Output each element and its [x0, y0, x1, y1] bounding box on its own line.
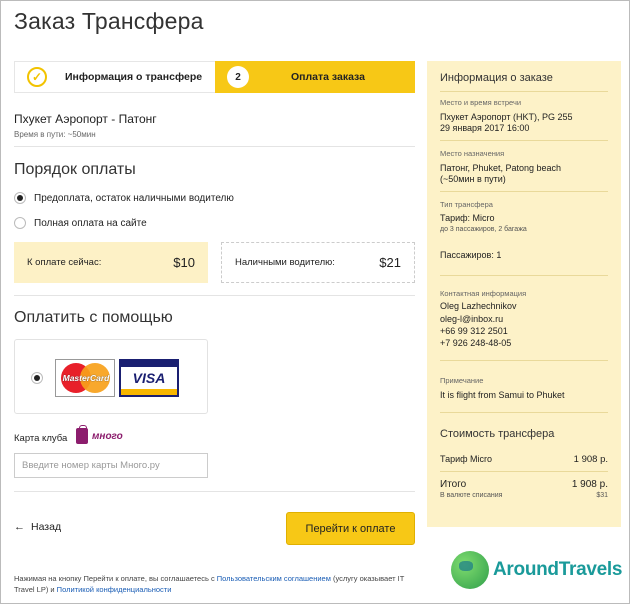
contact-phone1: +66 99 312 2501 [440, 326, 508, 336]
total-value: 1 908 р. [571, 479, 608, 490]
check-circle-icon: ✓ [27, 67, 47, 87]
pay-now-box: К оплате сейчас: $10 [14, 242, 208, 283]
pay-now-label: К оплате сейчас: [27, 257, 102, 268]
sidebar-divider [440, 191, 608, 192]
cost-title: Стоимость трансфера [440, 428, 555, 440]
option-prepay-label: Предоплата, остаток наличными водителю [34, 192, 234, 204]
meeting-time: 29 января 2017 16:00 [440, 123, 530, 133]
back-link[interactable]: ← Назад [14, 521, 61, 533]
sidebar-divider [440, 140, 608, 141]
mnogo-logo-text: много [92, 430, 123, 442]
payment-order-title: Порядок оплаты [14, 161, 136, 178]
note-label: Примечание [440, 376, 484, 385]
transfer-type-label: Тип трансфера [440, 200, 493, 209]
back-label: Назад [31, 521, 62, 533]
radio-card[interactable] [31, 372, 43, 384]
step2-number: 2 [227, 66, 249, 88]
privacy-policy-link[interactable]: Политикой конфиденциальности [57, 585, 172, 594]
destination-line1: Патонг, Phuket, Patong beach [440, 163, 562, 173]
page-title: Заказ Трансфера [14, 8, 204, 34]
mastercard-text: MasterCard [62, 373, 110, 383]
step1-label: Информация о трансфере [65, 71, 203, 83]
option-full-pay[interactable]: Полная оплата на сайте [14, 217, 147, 229]
sidebar-divider [440, 471, 608, 472]
option-full-pay-label: Полная оплата на сайте [34, 217, 147, 229]
passengers: Пассажиров: 1 [440, 250, 502, 260]
aroundtravels-watermark: AroundTravels [451, 551, 622, 589]
club-card-label: Карта клуба [14, 433, 68, 444]
bag-icon [76, 425, 88, 444]
meeting-label: Место и время встречи [440, 98, 522, 107]
option-prepay[interactable]: Предоплата, остаток наличными водителю [14, 192, 234, 204]
contact-name: Oleg Lazhechnikov [440, 301, 517, 311]
pay-now-value: $10 [173, 255, 195, 270]
visa-text: VISA [132, 370, 166, 386]
tariff: Тариф: Micro [440, 213, 495, 223]
meeting-place: Пхукет Аэропорт (HKT), PG 255 [440, 112, 573, 122]
pay-driver-value: $21 [379, 255, 401, 270]
contact-phone2: +7 926 248-48-05 [440, 338, 512, 348]
pay-driver-label: Наличными водителю: [235, 257, 335, 268]
proceed-to-payment-button[interactable]: Перейти к оплате [286, 512, 415, 545]
stepper: ✓ Информация о трансфере 2 Оплата заказа [14, 61, 415, 93]
terms-notice: Нажимая на кнопку Перейти к оплате, вы с… [14, 574, 405, 594]
sidebar-title: Информация о заказе [440, 72, 553, 84]
visa-logo: VISA [119, 359, 179, 397]
contact-email: oleg-l@inbox.ru [440, 314, 504, 324]
radio-full-pay[interactable] [14, 217, 26, 229]
cost-tariff-value: 1 908 р. [573, 454, 608, 465]
sidebar-divider [440, 91, 608, 92]
card-payment-option[interactable]: MasterCard VISA [14, 339, 208, 414]
step-payment: 2 Оплата заказа [215, 61, 415, 93]
sidebar-divider [440, 412, 608, 413]
destination-line2: (~50мин в пути) [440, 174, 506, 184]
destination-label: Место назначения [440, 149, 505, 158]
total-label: Итого [440, 479, 467, 490]
step-transfer-info[interactable]: ✓ Информация о трансфере [14, 61, 215, 93]
pay-with-title: Оплатить с помощью [14, 309, 173, 326]
club-card-input[interactable] [14, 453, 208, 478]
sidebar-divider [440, 360, 608, 361]
watermark-text: AroundTravels [493, 559, 623, 580]
mnogo-logo: много [76, 425, 123, 444]
sidebar-divider [440, 275, 608, 276]
contact-label: Контактная информация [440, 289, 527, 298]
capacity: до 3 пассажиров, 2 багажа [440, 226, 527, 233]
currency-label: В валюте списания [440, 492, 503, 499]
route-title: Пхукет Аэропорт - Патонг [14, 112, 157, 126]
divider [14, 491, 415, 492]
travel-time: Время в пути: ~50мин [14, 130, 96, 139]
divider [14, 295, 415, 296]
radio-prepay[interactable] [14, 192, 26, 204]
note-text: It is flight from Samui to Phuket [440, 390, 565, 400]
user-agreement-link[interactable]: Пользовательским соглашением [217, 574, 331, 583]
arrow-left-icon: ← [14, 521, 25, 533]
divider [14, 146, 415, 147]
order-summary-sidebar: Информация о заказе Место и время встреч… [427, 61, 621, 527]
step2-label: Оплата заказа [291, 71, 365, 83]
mastercard-logo: MasterCard [55, 359, 115, 397]
cost-tariff-label: Тариф Micro [440, 454, 493, 464]
pay-driver-box: Наличными водителю: $21 [221, 242, 415, 283]
currency-value: $31 [596, 492, 608, 499]
globe-icon [451, 551, 489, 589]
